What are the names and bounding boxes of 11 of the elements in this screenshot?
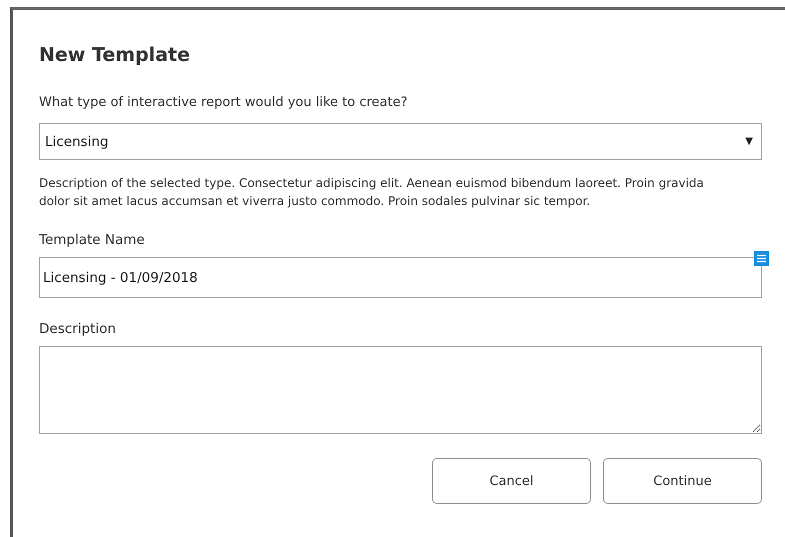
field-label: Template Name: [39, 232, 146, 248]
template-name-field[interactable]: Licensing - 01/09/2018: [39, 257, 762, 298]
type-dropdown[interactable]: Licensing ▼: [39, 123, 762, 160]
menu-icon[interactable]: [754, 251, 769, 266]
dialog-button[interactable]: Continue: [603, 458, 762, 504]
field-label: Description: [39, 321, 117, 337]
dialog-title: New Template: [39, 43, 191, 68]
dialog-button[interactable]: Cancel: [432, 458, 591, 504]
question-label: What type of interactive report would you like to create?: [39, 94, 409, 112]
description-field[interactable]: [39, 346, 762, 434]
type-description: Description of the selected type. Consectetur adipiscing elit. Aenean euismod bibendum laoreet. Proin gravida dolor sit amet lacus accumsan et viverra justo commodo. Proin sodales pulvinar sic tempor.: [39, 175, 705, 210]
